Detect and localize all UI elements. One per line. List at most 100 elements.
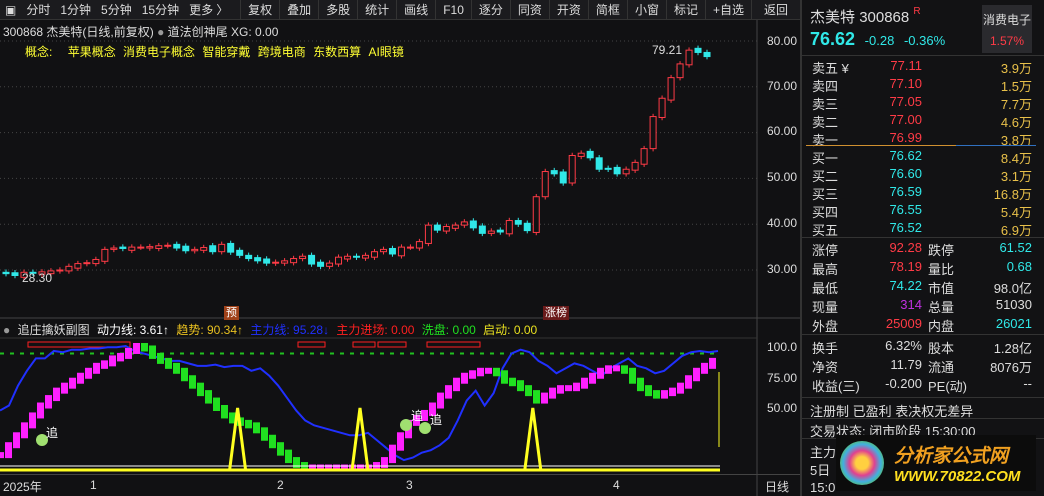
- axis-label: 60.00: [766, 124, 797, 138]
- stat-label: 涨停: [812, 243, 839, 258]
- candle: [559, 171, 567, 184]
- chart-info: 300868 杰美特(日线,前复权) ● 道法创神尾 XG: 0.00: [3, 23, 278, 40]
- trend-block: [613, 365, 620, 372]
- bid-volume: 8.4万: [1000, 151, 1032, 166]
- stock-code: 300868: [859, 9, 910, 26]
- candle: [146, 246, 154, 249]
- concept-item[interactable]: AI眼镜: [368, 45, 403, 59]
- ask-price: 77.11: [890, 58, 922, 73]
- concept-item[interactable]: 智能穿戴: [202, 45, 250, 59]
- trend-block: [453, 377, 460, 392]
- trend-block: [21, 422, 28, 439]
- concept-item[interactable]: 跨境电商: [258, 45, 306, 59]
- flow-label: 5日: [810, 463, 831, 478]
- stock-name: 杰美特: [810, 9, 856, 26]
- indicator-value: 动力线: 3.61↑: [96, 323, 169, 337]
- stat-row: 外盘 25009 内盘 26021: [812, 316, 1032, 334]
- main-force-bar: [377, 341, 407, 348]
- concept-item[interactable]: 消费电子概念: [123, 45, 195, 59]
- candle: [586, 150, 594, 159]
- stat-label: 股本: [928, 341, 955, 356]
- stat-label: 最高: [812, 262, 839, 277]
- trend-block: [597, 367, 604, 379]
- candle: [65, 265, 73, 272]
- trend-block: [117, 352, 124, 362]
- time-label: 4: [613, 478, 620, 492]
- stat-row: 涨停 92.28 跌停 61.52: [812, 240, 1032, 258]
- bid-label: 买三: [812, 187, 839, 202]
- candle: [110, 247, 118, 250]
- stat-value: -0.200: [885, 376, 922, 391]
- trend-block: [437, 392, 444, 409]
- ask-price: 76.99: [889, 130, 922, 145]
- candle: [119, 246, 127, 249]
- main-force-bar: [297, 341, 326, 348]
- trend-block: [85, 367, 92, 379]
- trend-block: [5, 442, 12, 459]
- trend-block: [165, 357, 172, 369]
- candle: [209, 245, 217, 253]
- trend-block: [629, 367, 636, 384]
- watermark-url: WWW.70822.COM: [894, 468, 1021, 485]
- trend-block: [549, 387, 556, 399]
- trend-block: [653, 390, 660, 399]
- price-line: 76.62 -0.28 -0.36%: [810, 29, 945, 50]
- stat-label: 外盘: [812, 319, 839, 334]
- concept-item[interactable]: 苹果概念: [68, 45, 116, 59]
- trend-block: [109, 355, 116, 367]
- concept-bar: 概念: 苹果概念 消费电子概念 智能穿戴 跨境电商 东数西算 AI眼镜: [25, 43, 408, 60]
- stock-name-line: 杰美特 300868 R: [810, 6, 921, 27]
- chevron-down-icon[interactable]: ●: [3, 323, 10, 337]
- stat-value: 6.32%: [885, 338, 922, 353]
- kline-chart[interactable]: [0, 0, 800, 496]
- trend-block: [77, 372, 84, 384]
- trend-block: [517, 380, 524, 392]
- stat-label: PE(动): [928, 379, 968, 394]
- candle: [532, 196, 540, 233]
- formula-name[interactable]: 道法创神尾: [168, 25, 228, 39]
- ask-price: 77.00: [889, 112, 922, 127]
- axis-label: 30.00: [766, 262, 797, 276]
- trend-block: [189, 375, 196, 389]
- candle: [451, 224, 459, 229]
- indicator-legend: ● 追庄擒妖副图 动力线: 3.61↑ 趋势: 90.34↑ 主力线: 95.2…: [3, 321, 541, 338]
- period-label[interactable]: 日线: [765, 478, 789, 495]
- concept-label: 概念:: [25, 45, 53, 59]
- start-spike: [350, 407, 370, 471]
- trend-block: [573, 382, 580, 392]
- stat-row: 净资 11.79 流通 8076万: [812, 357, 1032, 375]
- trend-block: [213, 397, 220, 411]
- stat-label: 净资: [812, 360, 839, 375]
- indicator-name[interactable]: 追庄擒妖副图: [18, 323, 90, 337]
- candle: [622, 168, 630, 175]
- candle: [406, 246, 414, 249]
- candle: [667, 77, 675, 101]
- candle: [281, 260, 289, 264]
- candle: [308, 254, 316, 265]
- ask-row: 卖五 ¥ 77.11 3.9万: [812, 58, 1032, 76]
- candle: [424, 224, 432, 244]
- sector-box[interactable]: 消费电子 1.57%: [982, 5, 1032, 53]
- candle: [299, 255, 307, 260]
- candle: [541, 171, 549, 198]
- trend-block: [557, 385, 564, 394]
- bid-row: 买四 76.55 5.4万: [812, 202, 1032, 220]
- indicator-value: 主力线: 95.28↓: [250, 323, 330, 337]
- stat-value: 8076万: [990, 360, 1032, 375]
- sector-pct: 1.57%: [989, 34, 1025, 48]
- candle: [649, 116, 657, 150]
- candle: [361, 254, 369, 259]
- chart-title: 300868 杰美特(日线,前复权): [3, 25, 154, 39]
- concept-item[interactable]: 东数西算: [313, 45, 361, 59]
- chevron-down-icon[interactable]: ●: [157, 25, 164, 39]
- candle: [263, 258, 271, 264]
- stat-value: 0.68: [1006, 259, 1032, 274]
- stat-label: 收益(三): [812, 379, 860, 394]
- candle: [83, 262, 91, 265]
- axis-label: 80.00: [766, 34, 797, 48]
- ask-label: 卖五 ¥: [812, 61, 849, 76]
- trend-block: [509, 377, 516, 387]
- trend-block: [645, 385, 652, 397]
- trend-block: [245, 419, 252, 429]
- candle: [200, 247, 208, 251]
